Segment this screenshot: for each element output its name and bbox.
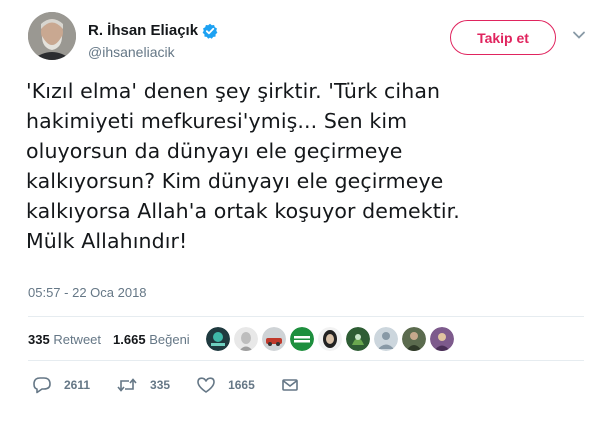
liker-avatar-6[interactable] bbox=[345, 327, 370, 351]
divider-top bbox=[28, 316, 584, 317]
liker-avatar-9[interactable] bbox=[429, 327, 454, 351]
retweet-stat-count: 335 bbox=[28, 331, 50, 347]
like-stat-count: 1.665 bbox=[113, 331, 146, 347]
follow-button[interactable]: Takip et bbox=[450, 20, 556, 55]
display-name-text[interactable]: R. İhsan Eliaçık bbox=[88, 22, 198, 39]
user-avatar[interactable] bbox=[28, 12, 76, 60]
reply-icon bbox=[33, 377, 51, 394]
retweet-icon bbox=[117, 378, 137, 392]
like-stat-label: Beğeni bbox=[149, 331, 190, 347]
like-count: 1665 bbox=[228, 378, 255, 392]
tweet-text: 'Kızıl elma' denen şey şirktir. 'Türk ci… bbox=[26, 79, 460, 253]
liker-avatar-1[interactable] bbox=[205, 327, 230, 351]
heart-icon bbox=[197, 377, 215, 393]
chevron-down-icon[interactable] bbox=[572, 30, 586, 40]
tweet-header: R. İhsan Eliaçık @ihsaneliacik Takip et bbox=[28, 12, 598, 68]
tweet-actions: 2611 335 1665 bbox=[32, 374, 337, 396]
verified-badge-icon bbox=[202, 23, 218, 39]
like-action[interactable]: 1665 bbox=[196, 376, 255, 394]
user-name-block: R. İhsan Eliaçık @ihsaneliacik bbox=[88, 22, 218, 60]
envelope-icon bbox=[281, 379, 298, 391]
tweet-timestamp[interactable]: 05:57 - 22 Oca 2018 bbox=[28, 285, 147, 300]
retweet-action[interactable]: 335 bbox=[116, 376, 170, 394]
likers-avatars bbox=[205, 327, 454, 351]
divider-bottom bbox=[28, 360, 584, 361]
liker-avatar-3[interactable] bbox=[261, 327, 286, 351]
like-stat[interactable]: 1.665 Beğeni bbox=[113, 332, 190, 347]
liker-avatar-7[interactable] bbox=[373, 327, 398, 351]
retweet-stat[interactable]: 335 Retweet bbox=[28, 332, 101, 347]
liker-avatar-4[interactable] bbox=[289, 327, 314, 351]
liker-avatar-5[interactable] bbox=[317, 327, 342, 351]
liker-avatar-8[interactable] bbox=[401, 327, 426, 351]
retweet-count: 335 bbox=[150, 378, 171, 392]
display-name[interactable]: R. İhsan Eliaçık bbox=[88, 22, 218, 39]
retweet-stat-label: Retweet bbox=[53, 331, 102, 347]
reply-count: 2611 bbox=[64, 378, 91, 392]
user-handle[interactable]: @ihsaneliacik bbox=[88, 44, 218, 60]
tweet-stats: 335 Retweet 1.665 Beğeni bbox=[28, 320, 584, 358]
liker-avatar-2[interactable] bbox=[233, 327, 258, 351]
direct-message-action[interactable] bbox=[281, 377, 311, 393]
reply-action[interactable]: 2611 bbox=[32, 376, 90, 394]
